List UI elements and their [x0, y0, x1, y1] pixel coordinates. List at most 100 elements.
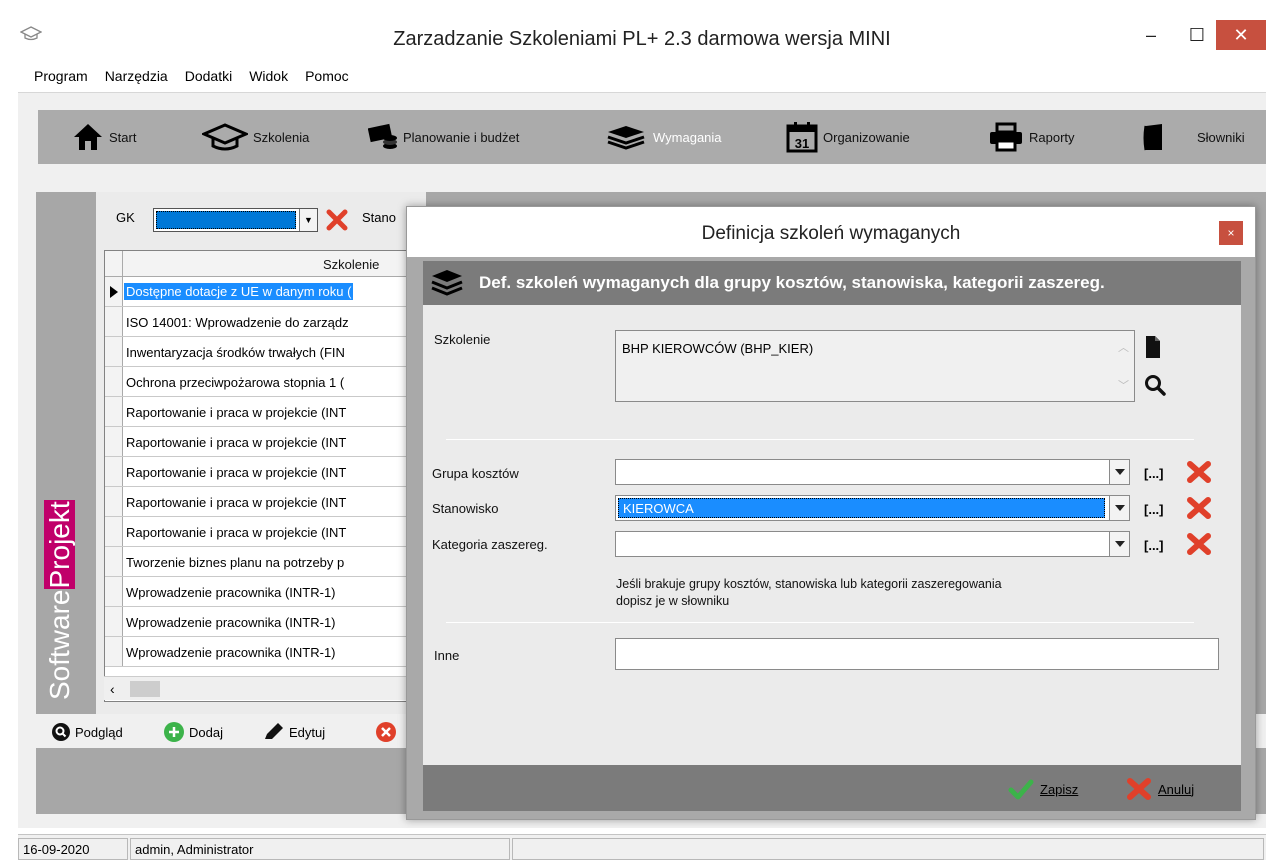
printer-icon [990, 122, 1022, 152]
graduation-cap-icon [202, 123, 248, 151]
chevron-down-icon[interactable]: ▼ [299, 209, 317, 231]
stanowisko-value: KIEROWCA [618, 498, 1105, 518]
row-indicator [105, 457, 123, 486]
podglad-button[interactable]: Podgląd [52, 718, 123, 746]
row-indicator [105, 547, 123, 576]
scroll-down-icon[interactable]: ﹀ [1118, 377, 1129, 393]
edytuj-button[interactable]: Edytuj [262, 718, 325, 746]
table-row[interactable]: Dostępne dotacje z UE w danym roku ( [105, 277, 425, 307]
clear-stanowisko-icon[interactable] [1186, 496, 1212, 520]
toolbar-slowniki-button[interactable]: Słowniki [1142, 110, 1245, 164]
maximize-button[interactable]: ☐ [1174, 20, 1220, 50]
toolbar-organizowanie-label: Organizowanie [823, 129, 910, 145]
usun-button[interactable] [376, 718, 401, 746]
dialog-title: Definicja szkoleń wymaganych [701, 223, 961, 244]
toolbar-szkolenia-button[interactable]: Szkolenia [202, 110, 309, 164]
toolbar-slowniki-label: Słowniki [1197, 129, 1245, 145]
grupa-kosztow-browse-button[interactable]: [...] [1144, 466, 1164, 481]
toolbar-raporty-label: Raporty [1029, 129, 1075, 145]
row-indicator [105, 637, 123, 666]
table-row[interactable]: Raportowanie i praca w projekcie (INT [105, 457, 425, 487]
chevron-down-icon[interactable] [1109, 532, 1129, 556]
row-indicator [105, 337, 123, 366]
gk-label: GK [116, 210, 135, 225]
minimize-button[interactable]: – [1128, 20, 1174, 50]
grid-horizontal-scrollbar[interactable]: ‹ [104, 676, 426, 700]
dodaj-button[interactable]: Dodaj [164, 718, 223, 746]
memo-scrollbar[interactable]: ︿ ﹀ [1112, 331, 1134, 401]
table-row[interactable]: Raportowanie i praca w projekcie (INT [105, 397, 425, 427]
table-row[interactable]: Raportowanie i praca w projekcie (INT [105, 487, 425, 517]
kategoria-browse-button[interactable]: [...] [1144, 538, 1164, 553]
row-text: ISO 14001: Wprowadzenie do zarządz [126, 315, 349, 330]
table-row[interactable]: Wprowadzenie pracownika (INTR-1) [105, 637, 425, 667]
stanowisko-browse-button[interactable]: [...] [1144, 502, 1164, 517]
table-row[interactable]: ISO 14001: Wprowadzenie do zarządz [105, 307, 425, 337]
window-titlebar: Zarzadzanie Szkoleniami PL+ 2.3 darmowa … [0, 0, 1284, 60]
clear-kategoria-icon[interactable] [1186, 532, 1212, 556]
row-indicator [105, 607, 123, 636]
szkolenie-field[interactable]: BHP KIEROWCÓW (BHP_KIER) ︿ ﹀ [615, 330, 1135, 402]
toolbar-organizowanie-button[interactable]: 31 Organizowanie [786, 110, 910, 164]
clear-grupa-icon[interactable] [1186, 460, 1212, 484]
table-row[interactable]: Raportowanie i praca w projekcie (INT [105, 427, 425, 457]
info-line2: dopisz je w słowniku [616, 594, 730, 608]
scroll-thumb[interactable] [130, 681, 160, 697]
book-icon [1143, 124, 1162, 151]
menu-dodatki[interactable]: Dodatki [185, 68, 232, 84]
toolbar-wymagania-label: Wymagania [653, 129, 722, 145]
plus-circle-icon [164, 722, 184, 742]
szkolenia-grid: Szkolenie Dostępne dotacje z UE w danym … [104, 250, 426, 702]
menu-pomoc[interactable]: Pomoc [305, 68, 349, 84]
row-text: Raportowanie i praca w projekcie (INT [126, 405, 347, 420]
stano-label: Stano [362, 210, 396, 225]
row-indicator [105, 517, 123, 546]
close-button[interactable]: ✕ [1216, 20, 1266, 50]
row-indicator [105, 277, 123, 306]
menu-bar: Program Narzędzia Dodatki Widok Pomoc [18, 60, 1266, 92]
kategoria-label: Kategoria zaszereg. [432, 537, 548, 552]
dialog-header-title: Def. szkoleń wymaganych dla grupy kosztó… [479, 273, 1105, 292]
table-row[interactable]: Ochrona przeciwpożarowa stopnia 1 ( [105, 367, 425, 397]
grid-header-szkolenie[interactable]: Szkolenie [323, 257, 379, 272]
stanowisko-label: Stanowisko [432, 501, 499, 516]
table-row[interactable]: Inwentaryzacja środków trwałych (FIN [105, 337, 425, 367]
table-row[interactable]: Wprowadzenie pracownika (INTR-1) [105, 607, 425, 637]
dialog-header: Def. szkoleń wymaganych dla grupy kosztó… [423, 261, 1241, 305]
row-text: Raportowanie i praca w projekcie (INT [126, 435, 347, 450]
menu-program[interactable]: Program [34, 68, 88, 84]
row-text: Wprowadzenie pracownika (INTR-1) [126, 615, 336, 630]
cancel-x-icon [1127, 778, 1151, 800]
scroll-up-icon[interactable]: ︿ [1118, 339, 1129, 355]
table-row[interactable]: Wprowadzenie pracownika (INTR-1) [105, 577, 425, 607]
toolbar-planowanie-button[interactable]: Planowanie i budżet [368, 110, 519, 164]
anuluj-button[interactable]: Anuluj [1126, 778, 1194, 800]
toolbar-raporty-button[interactable]: Raporty [988, 110, 1075, 164]
toolbar-start-label: Start [109, 129, 137, 145]
status-extra [512, 838, 1264, 860]
dialog-close-button[interactable]: × [1219, 221, 1243, 245]
table-row[interactable]: Tworzenie biznes planu na potrzeby p [105, 547, 425, 577]
menu-narzedzia[interactable]: Narzędzia [105, 68, 168, 84]
menu-widok[interactable]: Widok [249, 68, 288, 84]
grid-header: Szkolenie [105, 251, 425, 277]
info-text: Jeśli brakuje grupy kosztów, stanowiska … [616, 576, 1176, 610]
toolbar-start-button[interactable]: Start [72, 110, 136, 164]
scroll-left-icon[interactable]: ‹ [110, 681, 115, 697]
clear-x-icon[interactable] [326, 209, 348, 231]
zapisz-button[interactable]: Zapisz [1008, 778, 1078, 800]
grupa-kosztow-combobox[interactable] [615, 459, 1130, 485]
row-text: Raportowanie i praca w projekcie (INT [126, 495, 347, 510]
search-icon[interactable] [1144, 374, 1166, 396]
calendar-icon: 31 [786, 122, 818, 153]
gk-combobox[interactable]: ▼ [153, 208, 318, 232]
chevron-down-icon[interactable] [1109, 496, 1129, 520]
stanowisko-combobox[interactable]: KIEROWCA [615, 495, 1130, 521]
table-row[interactable]: Raportowanie i praca w projekcie (INT [105, 517, 425, 547]
new-document-icon[interactable] [1146, 336, 1160, 358]
inne-input[interactable] [615, 638, 1219, 670]
chevron-down-icon[interactable] [1109, 460, 1129, 484]
kategoria-combobox[interactable] [615, 531, 1130, 557]
toolbar-wymagania-button[interactable]: Wymagania [604, 110, 722, 164]
dodaj-label: Dodaj [189, 724, 223, 740]
